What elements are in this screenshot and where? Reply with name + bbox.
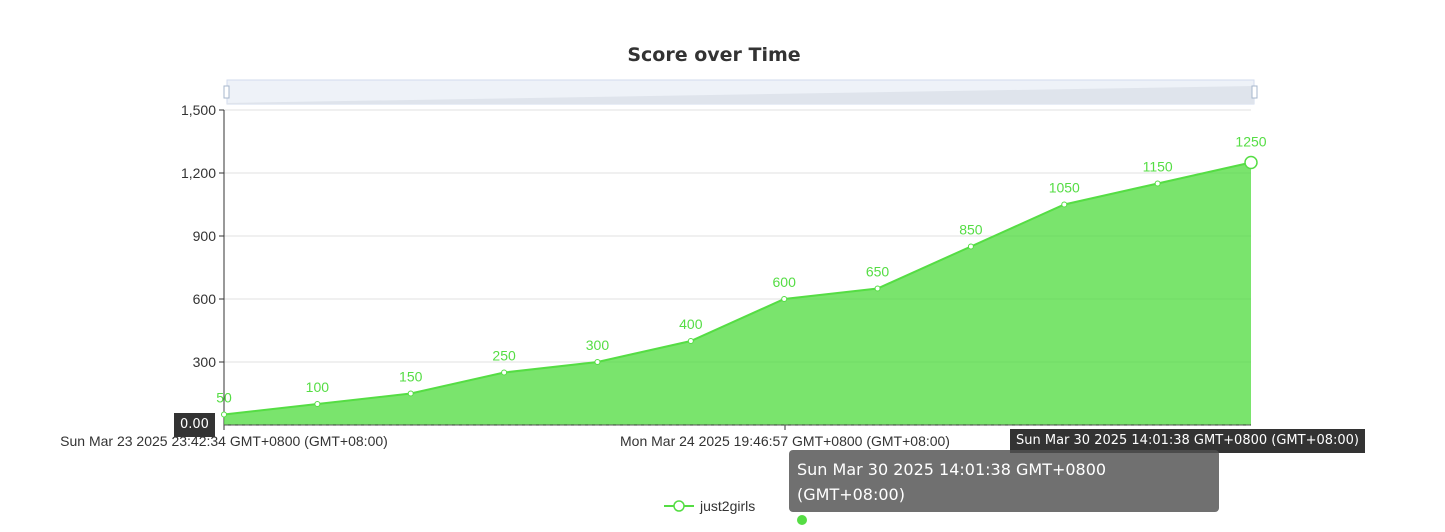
data-point[interactable] [967, 243, 974, 250]
data-point[interactable] [221, 411, 227, 418]
legend-circle-icon [673, 500, 685, 512]
data-point[interactable] [407, 390, 414, 397]
data-label: 300 [586, 337, 610, 353]
y-axis: 1,500 1,200 900 600 300 [181, 102, 225, 425]
data-label: 100 [306, 379, 330, 395]
data-point[interactable] [314, 401, 321, 407]
data-point[interactable] [874, 285, 881, 292]
legend[interactable]: just2girls [664, 498, 755, 514]
y-tick-label: 600 [193, 291, 217, 307]
data-label: 400 [679, 316, 703, 332]
data-point[interactable] [501, 369, 508, 376]
y-tick-label: 1,200 [181, 165, 216, 181]
series-color-dot [797, 515, 807, 525]
data-label: 1250 [1235, 134, 1266, 150]
data-point[interactable] [1244, 155, 1258, 170]
data-point[interactable] [594, 359, 601, 365]
data-label: 850 [959, 222, 983, 238]
data-label: 650 [866, 264, 890, 280]
data-point[interactable] [687, 338, 694, 344]
series-just2girls: 50 100 150 250 300 400 600 650 850 1050 1150 1250 [216, 134, 1267, 425]
data-point[interactable] [1154, 180, 1161, 187]
data-label: 50 [216, 390, 232, 406]
data-point[interactable] [1061, 201, 1068, 208]
data-label: 150 [399, 369, 423, 385]
tooltip-header: Sun Mar 30 2025 14:01:38 GMT+0800 (GMT+0… [797, 460, 1107, 504]
tooltip: Sun Mar 30 2025 14:01:38 GMT+0800 (GMT+0… [789, 450, 1219, 529]
y-tick-label: 1,500 [181, 102, 216, 118]
tooltip-value: 1,250 [896, 510, 943, 529]
data-point[interactable] [781, 296, 788, 302]
data-label: 1150 [1143, 159, 1173, 175]
data-zoom-left-handle[interactable] [223, 85, 230, 99]
data-label: 1050 [1049, 180, 1080, 196]
data-zoom-right-handle[interactable] [1251, 85, 1258, 99]
y-tick-label: 900 [193, 228, 217, 244]
data-label: 250 [492, 348, 516, 364]
y-axis-pointer-label: 0.00 [174, 413, 215, 437]
tooltip-series-name: just2girls [813, 510, 887, 529]
chart-title: Score over Time [627, 44, 800, 66]
y-tick-label: 300 [193, 354, 217, 370]
x-tick-label: Sun Mar 23 2025 23:42:34 GMT+0800 (GMT+0… [60, 433, 388, 449]
x-tick-label: Mon Mar 24 2025 19:46:57 GMT+0800 (GMT+0… [620, 433, 950, 449]
tooltip-row: just2girls: 1,250 [797, 507, 1211, 532]
series-area [224, 162, 1251, 425]
data-zoom-slider[interactable] [223, 79, 1258, 105]
legend-label[interactable]: just2girls [699, 498, 755, 514]
data-label: 600 [773, 274, 797, 290]
